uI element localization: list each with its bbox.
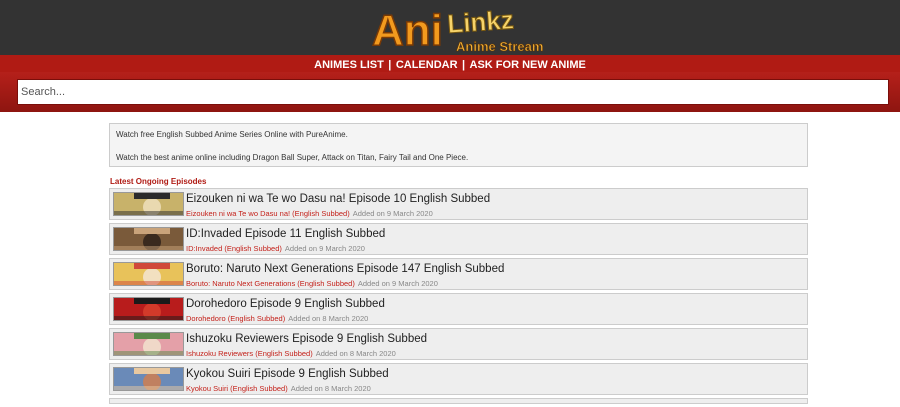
episode-row[interactable]: ID:Invaded Episode 11 English Subbed ID:I… bbox=[109, 223, 808, 255]
intro-line-2: Watch the best anime online including Dr… bbox=[116, 153, 469, 162]
intro-line-1: Watch free English Subbed Anime Series O… bbox=[116, 130, 348, 139]
svg-text:Ani: Ani bbox=[372, 6, 443, 55]
episode-row[interactable]: Dorohedoro Episode 9 English Subbed Doroh… bbox=[109, 293, 808, 325]
episode-meta: ID:Invaded (English Subbed) Added on 9 Ma… bbox=[186, 244, 365, 253]
episode-list: Eizouken ni wa Te wo Dasu na! Episode 10… bbox=[109, 188, 808, 407]
episode-meta: Kyokou Suiri (English Subbed) Added on 8 … bbox=[186, 384, 371, 393]
episode-title[interactable]: Ishuzoku Reviewers Episode 9 English Sub… bbox=[186, 333, 427, 345]
episode-thumbnail[interactable] bbox=[113, 192, 184, 216]
added-date: Added on 8 March 2020 bbox=[288, 314, 369, 323]
episode-meta: Eizouken ni wa Te wo Dasu na! (English S… bbox=[186, 209, 433, 218]
episode-title[interactable]: Dorohedoro Episode 9 English Subbed bbox=[186, 298, 385, 310]
search-input[interactable] bbox=[17, 79, 889, 105]
episode-thumbnail[interactable] bbox=[113, 262, 184, 286]
episode-row[interactable]: Kyokou Suiri Episode 9 English Subbed Kyo… bbox=[109, 363, 808, 395]
added-date: Added on 9 March 2020 bbox=[357, 279, 438, 288]
episode-thumbnail[interactable] bbox=[113, 367, 184, 391]
series-link[interactable]: Eizouken ni wa Te wo Dasu na! (English S… bbox=[186, 209, 350, 218]
intro-box: Watch free English Subbed Anime Series O… bbox=[109, 123, 808, 167]
search-bar bbox=[0, 72, 900, 112]
series-link[interactable]: Ishuzoku Reviewers (English Subbed) bbox=[186, 349, 313, 358]
svg-text:Anime Stream: Anime Stream bbox=[456, 39, 543, 54]
episode-title[interactable]: Boruto: Naruto Next Generations Episode … bbox=[186, 263, 504, 275]
episode-thumbnail[interactable] bbox=[113, 332, 184, 356]
added-date: Added on 8 March 2020 bbox=[290, 384, 371, 393]
nav-separator: | bbox=[462, 59, 466, 71]
svg-text:Linkz: Linkz bbox=[446, 4, 514, 39]
episode-meta: Ishuzoku Reviewers (English Subbed) Added… bbox=[186, 349, 396, 358]
added-date: Added on 9 March 2020 bbox=[352, 209, 433, 218]
site-header: Ani Linkz Anime Stream bbox=[0, 0, 900, 55]
latest-episodes-heading: Latest Ongoing Episodes bbox=[110, 177, 207, 186]
series-link[interactable]: Boruto: Naruto Next Generations (English… bbox=[186, 279, 355, 288]
nav-animes-list[interactable]: ANIMES LIST bbox=[314, 59, 384, 71]
series-link[interactable]: ID:Invaded (English Subbed) bbox=[186, 244, 282, 253]
added-date: Added on 9 March 2020 bbox=[284, 244, 365, 253]
episode-title[interactable]: ID:Invaded Episode 11 English Subbed bbox=[186, 228, 385, 240]
site-logo[interactable]: Ani Linkz Anime Stream bbox=[370, 3, 545, 55]
series-link[interactable]: Dorohedoro (English Subbed) bbox=[186, 314, 285, 323]
episode-title[interactable]: Kyokou Suiri Episode 9 English Subbed bbox=[186, 368, 389, 380]
main-nav: ANIMES LIST | CALENDAR | ASK FOR NEW ANI… bbox=[0, 55, 900, 72]
episode-meta: Boruto: Naruto Next Generations (English… bbox=[186, 279, 438, 288]
episode-row[interactable]: Eizouken ni wa Te wo Dasu na! Episode 10… bbox=[109, 188, 808, 220]
episode-thumbnail[interactable] bbox=[113, 297, 184, 321]
added-date: Added on 8 March 2020 bbox=[315, 349, 396, 358]
episode-meta: Dorohedoro (English Subbed) Added on 8 Ma… bbox=[186, 314, 368, 323]
nav-calendar[interactable]: CALENDAR bbox=[396, 59, 458, 71]
series-link[interactable]: Kyokou Suiri (English Subbed) bbox=[186, 384, 288, 393]
nav-separator: | bbox=[388, 59, 392, 71]
episode-title[interactable]: Eizouken ni wa Te wo Dasu na! Episode 10… bbox=[186, 193, 490, 205]
nav-ask-for-new-anime[interactable]: ASK FOR NEW ANIME bbox=[470, 59, 586, 71]
episode-thumbnail[interactable] bbox=[113, 227, 184, 251]
episode-row[interactable]: Boruto: Naruto Next Generations Episode … bbox=[109, 258, 808, 290]
episode-row[interactable] bbox=[109, 398, 808, 404]
episode-row[interactable]: Ishuzoku Reviewers Episode 9 English Sub… bbox=[109, 328, 808, 360]
